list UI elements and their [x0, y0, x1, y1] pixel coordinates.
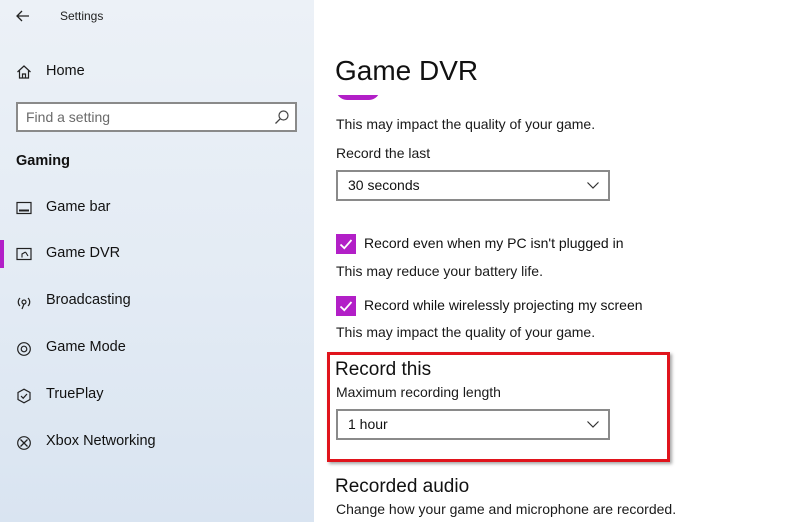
sidebar-item-game-dvr[interactable]: Game DVR: [0, 236, 314, 272]
dropdown-value: 1 hour: [348, 416, 388, 432]
home-icon: [17, 65, 31, 79]
battery-note: This may reduce your battery life.: [336, 263, 543, 279]
sidebar-item-game-mode[interactable]: Game Mode: [0, 330, 314, 366]
checkmark-icon: [339, 239, 353, 250]
sidebar-item-label: Game Mode: [46, 339, 126, 355]
quality-note: This may impact the quality of your game…: [336, 116, 596, 132]
back-button[interactable]: [10, 4, 36, 28]
game-bar-icon: [16, 201, 32, 215]
title-bar: Settings: [0, 0, 314, 32]
search-input[interactable]: [26, 107, 266, 127]
sidebar-item-xbox-networking[interactable]: Xbox Networking: [0, 424, 314, 460]
game-mode-icon: [17, 342, 31, 356]
main-content: Game DVR On This may impact the quality …: [314, 0, 800, 522]
record-last-dropdown[interactable]: 30 seconds: [336, 170, 610, 201]
sidebar-item-label: Home: [46, 63, 85, 79]
chevron-down-icon: [587, 421, 599, 428]
sidebar: Settings Home Gaming Game bar Game DVR: [0, 0, 314, 522]
search-box[interactable]: [16, 102, 297, 132]
checkmark-icon: [339, 301, 353, 312]
game-dvr-icon: [16, 247, 32, 261]
max-length-label: Maximum recording length: [336, 384, 501, 400]
sidebar-item-trueplay[interactable]: TruePlay: [0, 377, 314, 413]
sidebar-item-label: Game bar: [46, 199, 111, 215]
dropdown-value: 30 seconds: [348, 177, 420, 193]
page-title: Game DVR: [335, 53, 795, 95]
sidebar-item-label: Broadcasting: [46, 292, 131, 308]
sidebar-item-game-bar[interactable]: Game bar: [0, 190, 314, 226]
checkbox-label: Record even when my PC isn't plugged in: [364, 235, 624, 251]
recorded-audio-description: Change how your game and microphone are …: [336, 501, 677, 517]
sidebar-item-label: Game DVR: [46, 245, 121, 261]
sidebar-item-home[interactable]: Home: [0, 56, 314, 88]
quality-note: This may impact the quality of your game…: [336, 324, 596, 340]
trueplay-icon: [17, 388, 31, 404]
record-last-label: Record the last: [336, 145, 431, 161]
active-indicator: [0, 240, 4, 268]
sidebar-item-label: Xbox Networking: [46, 433, 156, 449]
recorded-audio-heading: Recorded audio: [335, 476, 470, 497]
plugged-in-checkbox[interactable]: [336, 234, 356, 254]
xbox-icon: [17, 436, 31, 450]
app-title: Settings: [60, 9, 104, 23]
sidebar-item-label: TruePlay: [46, 386, 104, 402]
max-length-dropdown[interactable]: 1 hour: [336, 409, 610, 440]
checkbox-label: Record while wirelessly projecting my sc…: [364, 297, 643, 313]
broadcasting-icon: [17, 297, 31, 310]
wireless-checkbox[interactable]: [336, 296, 356, 316]
section-heading: Gaming: [16, 153, 70, 169]
record-this-heading: Record this: [335, 359, 432, 380]
search-icon[interactable]: [274, 109, 290, 125]
sidebar-item-broadcasting[interactable]: Broadcasting: [0, 283, 314, 319]
chevron-down-icon: [587, 182, 599, 189]
back-arrow-icon: [16, 10, 29, 22]
